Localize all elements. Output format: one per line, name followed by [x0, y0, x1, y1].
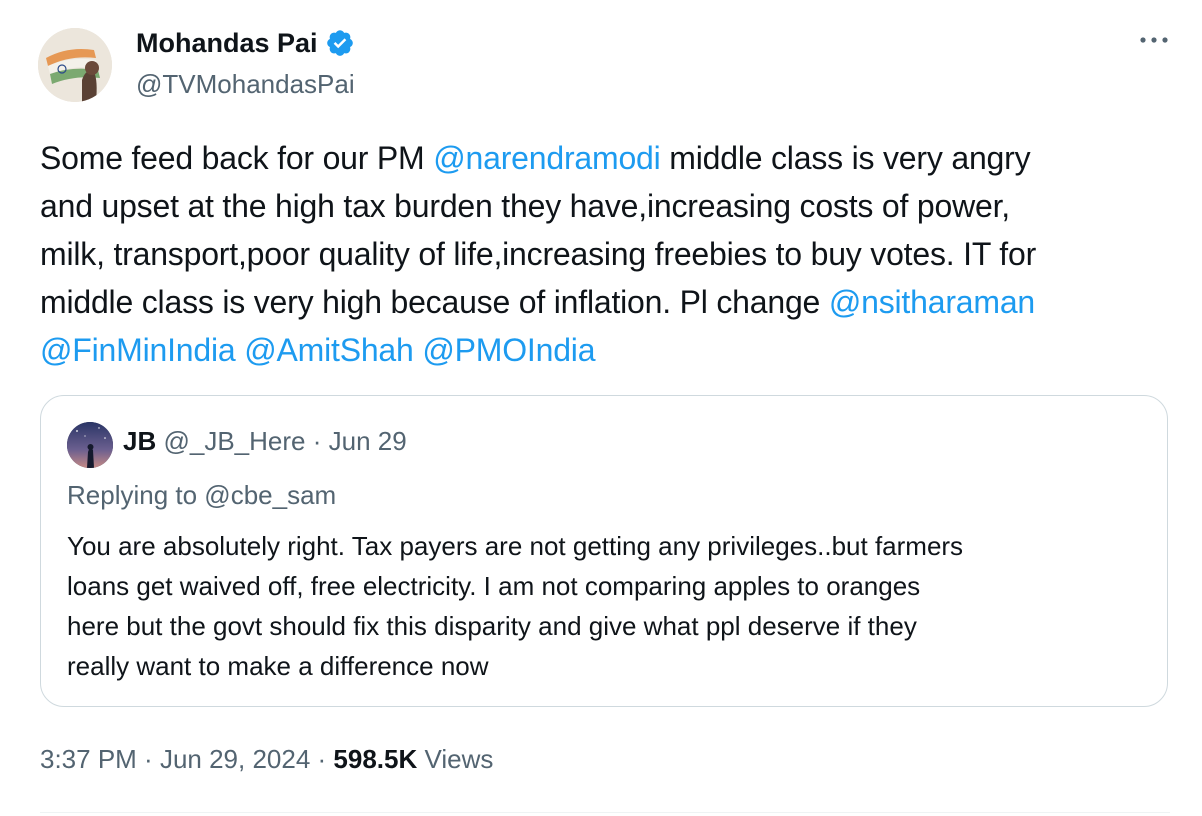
replying-to[interactable]: Replying to @cbe_sam — [67, 480, 336, 511]
mention-link[interactable]: @FinMinIndia — [40, 332, 236, 368]
author-handle[interactable]: @TVMohandasPai — [136, 69, 355, 100]
tweet-text-segment: milk, transport,poor quality of life,inc… — [40, 236, 1037, 272]
quoted-text-line: You are absolutely right. Tax payers are… — [67, 531, 964, 561]
tweet-text-line: and upset at the high tax burden they ha… — [40, 182, 1180, 230]
mention-link[interactable]: @PMOIndia — [422, 332, 595, 368]
author-name[interactable]: Mohandas Pai — [136, 28, 318, 59]
quoted-date[interactable]: Jun 29 — [329, 426, 407, 456]
mention-link[interactable]: @nsitharaman — [829, 284, 1035, 320]
quoted-text-line: loans get waived off, free electricity. … — [67, 571, 921, 601]
tweet-footer: 3:37 PM · Jun 29, 2024 · 598.5K Views — [40, 744, 494, 774]
tweet-text: Some feed back for our PM @narendramodi … — [40, 134, 1180, 374]
views-count: 598.5K — [333, 744, 418, 774]
tweet-text-line: middle class is very high because of inf… — [40, 278, 1180, 326]
views-label: Views — [424, 744, 494, 774]
quoted-avatar-image — [67, 422, 113, 468]
author-block: Mohandas Pai @TVMohandasPai — [136, 24, 355, 100]
quoted-author-handle[interactable]: @_JB_Here — [163, 426, 305, 456]
mention-link[interactable]: @AmitShah — [244, 332, 414, 368]
quoted-author-avatar[interactable] — [67, 422, 113, 468]
tweet-text-segment: Some feed back for our PM — [40, 140, 434, 176]
divider — [40, 812, 1170, 813]
quoted-header: JB @_JB_Here · Jun 29 — [123, 426, 407, 456]
quoted-tweet[interactable]: JB @_JB_Here · Jun 29 Replying to @cbe_s… — [40, 395, 1168, 707]
more-options-button[interactable] — [1136, 28, 1172, 52]
quoted-text-line: really want to make a difference now — [67, 651, 489, 681]
tweet-date[interactable]: Jun 29, 2024 — [160, 744, 310, 774]
avatar-image — [38, 28, 112, 102]
tweet-text-segment — [236, 332, 245, 368]
author-avatar[interactable] — [38, 28, 112, 102]
tweet-time[interactable]: 3:37 PM — [40, 744, 137, 774]
tweet-text-line: Some feed back for our PM @narendramodi … — [40, 134, 1180, 182]
mention-link[interactable]: @narendramodi — [433, 140, 661, 176]
tweet-text-segment: and upset at the high tax burden they ha… — [40, 188, 1010, 224]
quoted-author-name[interactable]: JB — [123, 426, 156, 456]
verified-badge-icon[interactable] — [325, 28, 355, 58]
tweet-text-line: @FinMinIndia @AmitShah @PMOIndia — [40, 326, 1180, 374]
quoted-text-line: here but the govt should fix this dispar… — [67, 611, 917, 641]
more-horizontal-icon — [1140, 37, 1168, 43]
tweet-text-segment: middle class is very high because of inf… — [40, 284, 829, 320]
tweet-text-line: milk, transport,poor quality of life,inc… — [40, 230, 1180, 278]
quoted-text: You are absolutely right. Tax payers are… — [67, 526, 1147, 686]
tweet-text-segment: middle class is very angry — [660, 140, 1031, 176]
